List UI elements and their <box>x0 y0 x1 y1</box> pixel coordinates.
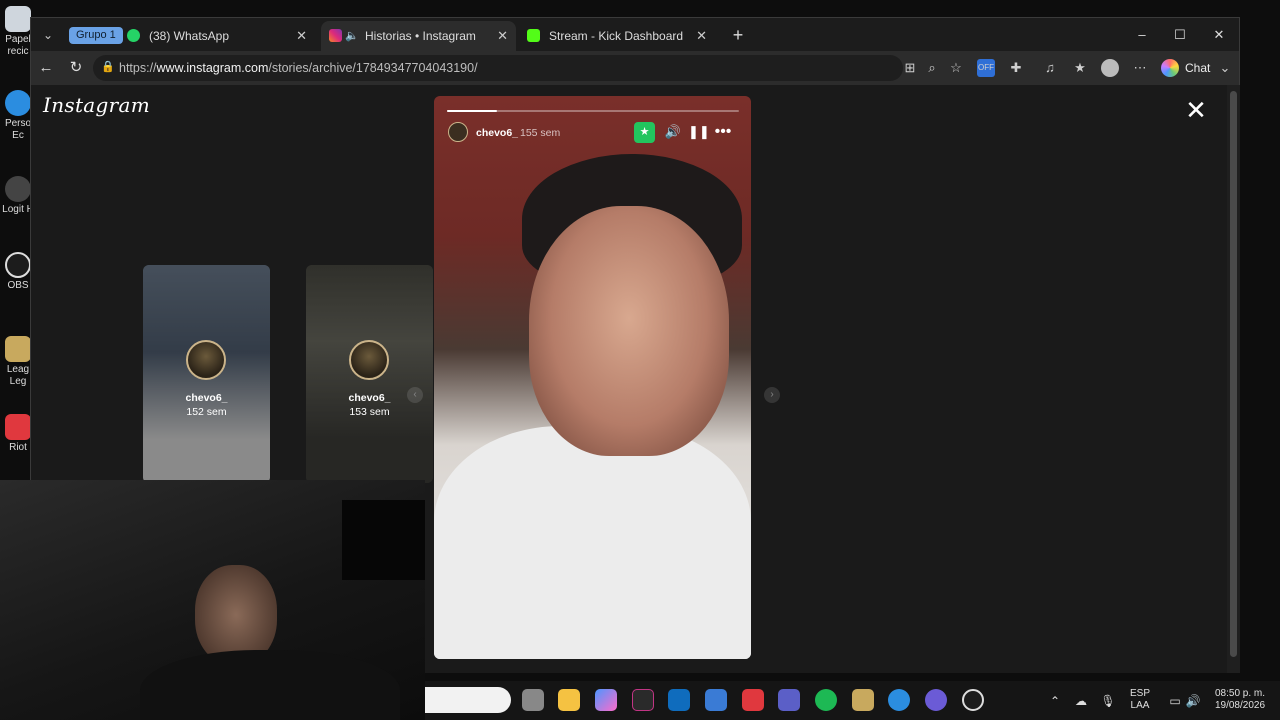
outlook-icon[interactable] <box>668 689 690 711</box>
webcam-overlay <box>0 480 425 720</box>
story-thumbnail[interactable]: chevo6_ 152 sem <box>143 265 270 483</box>
close-stories-button[interactable]: ✕ <box>1183 97 1209 123</box>
instagram-logo[interactable]: Instagram <box>43 93 150 117</box>
volume-icon[interactable]: 🔊 <box>1185 693 1201 709</box>
teams-icon[interactable] <box>778 689 800 711</box>
app-icon[interactable] <box>925 689 947 711</box>
zoom-icon[interactable]: ⌕ <box>923 59 941 77</box>
scrollbar[interactable] <box>1227 85 1240 673</box>
copilot-app-icon[interactable] <box>595 689 617 711</box>
tab-instagram[interactable]: 🔈 Historias • Instagram ✕ <box>321 21 516 51</box>
copilot-label: Chat <box>1185 61 1211 75</box>
close-window-button[interactable]: ✕ <box>1204 24 1234 46</box>
story-progress-bar <box>447 110 739 112</box>
volume-icon[interactable]: 🔊 <box>664 123 682 141</box>
more-options-icon[interactable]: ••• <box>714 123 732 141</box>
favorites-icon[interactable]: ★ <box>1071 59 1089 77</box>
recycle-bin-icon <box>5 6 31 32</box>
extensions-icon[interactable]: ✚ <box>1007 59 1025 77</box>
obs-icon[interactable] <box>962 689 984 711</box>
tab-label: Stream - Kick Dashboard <box>549 29 684 43</box>
speaker-icon[interactable]: 🔈 <box>345 21 359 51</box>
close-tab-icon[interactable]: ✕ <box>696 21 707 51</box>
avatar <box>186 340 226 380</box>
riot-icon <box>5 414 31 440</box>
chevron-up-icon[interactable]: ⌃ <box>1047 693 1063 709</box>
lock-icon: 🔒 <box>101 61 115 73</box>
desktop-icon-label: OBS <box>7 280 29 291</box>
apps-icon[interactable]: ⊞ <box>901 59 919 77</box>
obs-icon <box>5 252 31 278</box>
close-tab-icon[interactable]: ✕ <box>296 21 307 51</box>
desktop-icon-label: Leag Leg <box>6 364 30 387</box>
tab-label: (38) WhatsApp <box>149 29 230 43</box>
taskbar: ⌃ ☁ 🎙 ESP LAA ▭ 🔊 08:50 p. m. 19/08/2026 <box>425 681 1280 720</box>
more-menu-icon[interactable]: ⋯ <box>1131 59 1149 77</box>
logitech-icon <box>5 176 31 202</box>
clock[interactable]: 08:50 p. m. 19/08/2026 <box>1205 688 1275 712</box>
microphone-icon[interactable]: 🎙 <box>1100 693 1116 709</box>
extension-off-icon[interactable]: OFF <box>977 59 995 77</box>
store-icon[interactable] <box>705 689 727 711</box>
file-explorer-icon[interactable] <box>558 689 580 711</box>
spotify-icon[interactable] <box>815 689 837 711</box>
kick-icon <box>527 29 540 42</box>
thumbnail-age: 152 sem <box>186 406 227 418</box>
tab-group-label[interactable]: Grupo 1 <box>69 27 123 44</box>
search-box[interactable] <box>425 687 511 713</box>
story-username[interactable]: chevo6_ <box>476 127 518 139</box>
tab-list-button[interactable]: ⌄ <box>37 24 59 46</box>
league-icon <box>5 336 31 362</box>
task-view-icon[interactable] <box>522 689 544 711</box>
story-age: 155 sem <box>520 127 561 139</box>
new-tab-button[interactable]: + <box>726 22 750 48</box>
tab-label: Historias • Instagram <box>365 29 476 43</box>
desktop-icon-label: Papel recic <box>5 34 31 57</box>
whatsapp-icon <box>127 29 140 42</box>
input-language[interactable]: ESP LAA <box>1125 688 1155 712</box>
back-button[interactable]: ← <box>35 57 57 79</box>
desktop-icon-label: Perso Ec <box>4 118 32 141</box>
tab-whatsapp[interactable]: (38) WhatsApp ✕ <box>119 21 315 51</box>
favorite-star-icon[interactable]: ☆ <box>947 59 965 77</box>
next-story-button[interactable]: › <box>764 387 780 403</box>
toolbar: ← ↻ 🔒 https://www.instagram.com/stories/… <box>31 51 1239 85</box>
desktop-icon-label: Riot <box>9 442 27 453</box>
tab-strip: ⌄ Grupo 1 (38) WhatsApp ✕ 🔈 Historias • … <box>31 18 1239 51</box>
previous-story-button[interactable]: ‹ <box>407 387 423 403</box>
close-tab-icon[interactable]: ✕ <box>497 21 508 51</box>
refresh-button[interactable]: ↻ <box>65 57 87 79</box>
avatar <box>349 340 389 380</box>
copilot-button[interactable]: Chat <box>1161 57 1210 79</box>
tab-kick[interactable]: Stream - Kick Dashboard ✕ <box>519 21 715 51</box>
edge-icon[interactable] <box>888 689 910 711</box>
minimize-button[interactable]: – <box>1127 24 1157 46</box>
media-icon[interactable]: ♫ <box>1041 59 1059 77</box>
edge-icon <box>5 90 31 116</box>
thumbnail-age: 153 sem <box>349 406 390 418</box>
thumbnail-username: chevo6_ <box>185 392 228 404</box>
story-thumbnail[interactable]: chevo6_ 153 sem <box>306 265 433 483</box>
story-viewer[interactable]: chevo6_ 155 sem ★ 🔊 ❚❚ ••• <box>434 96 751 659</box>
copilot-icon <box>1161 59 1179 77</box>
network-icon[interactable]: ▭ <box>1167 693 1183 709</box>
url-text: https://www.instagram.com/stories/archiv… <box>119 61 478 75</box>
avatar[interactable] <box>448 122 468 142</box>
maximize-button[interactable]: ☐ <box>1165 24 1195 46</box>
close-friends-star-icon: ★ <box>634 122 655 143</box>
riot-icon[interactable] <box>742 689 764 711</box>
chevron-down-icon[interactable]: ⌄ <box>1216 59 1234 77</box>
pause-icon[interactable]: ❚❚ <box>688 123 710 141</box>
onedrive-icon[interactable]: ☁ <box>1073 693 1089 709</box>
address-bar[interactable]: 🔒 https://www.instagram.com/stories/arch… <box>93 55 903 81</box>
instagram-icon <box>329 29 342 42</box>
app-icon[interactable] <box>632 689 654 711</box>
league-icon[interactable] <box>852 689 874 711</box>
profile-avatar[interactable] <box>1101 59 1119 77</box>
